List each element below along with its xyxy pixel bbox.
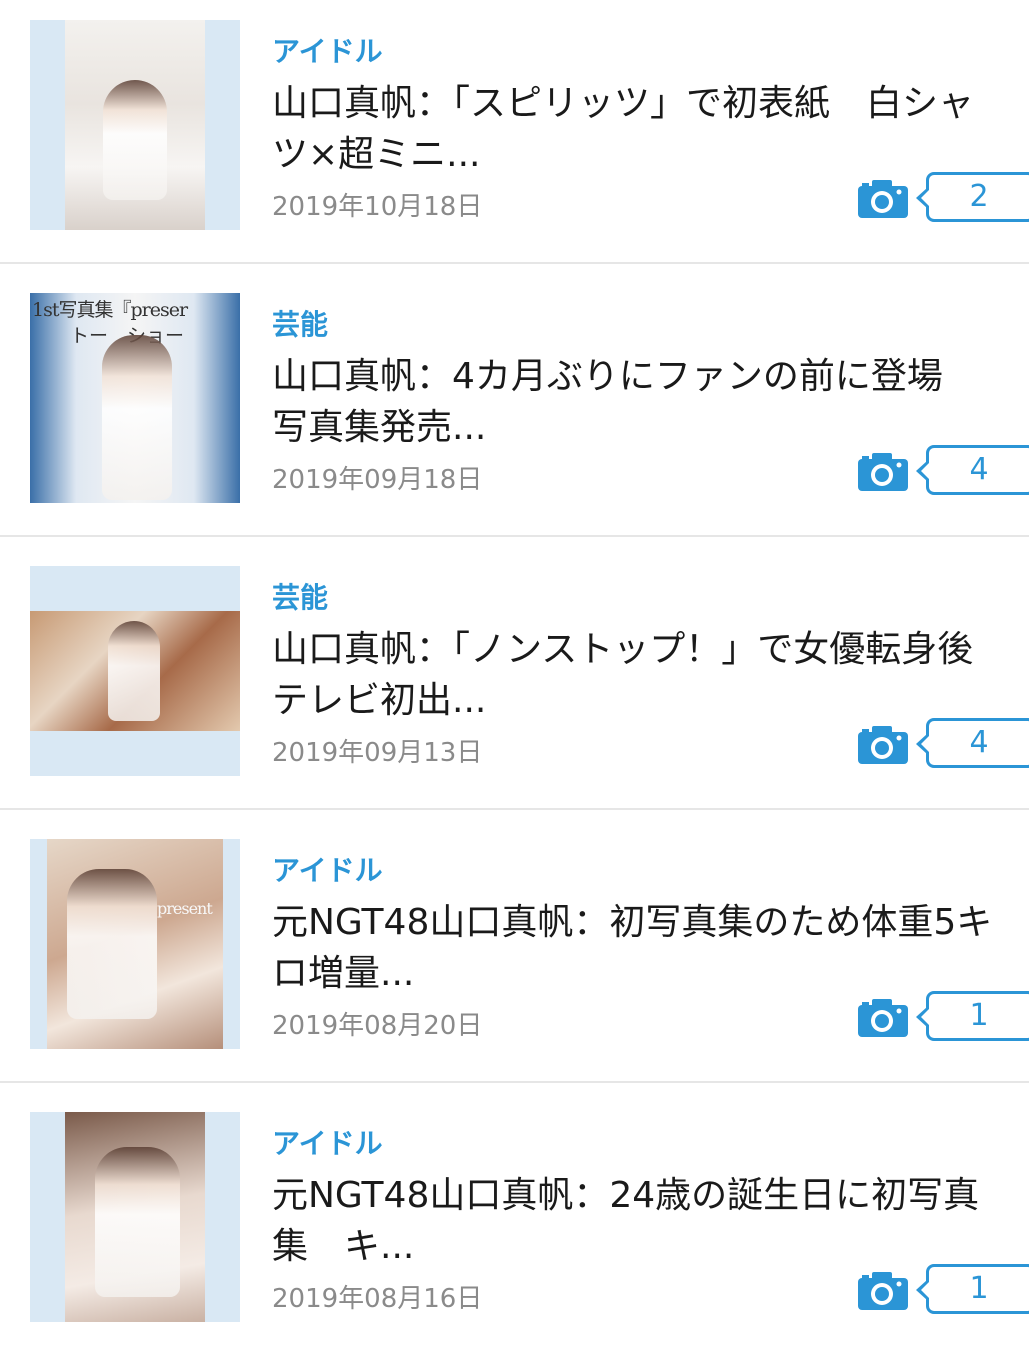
article-title[interactable]: 元NGT48山口真帆：24歳の誕生日に初写真 集 キ... [272,1170,1029,1272]
article-date: 2019年08月20日 [272,1011,483,1041]
photo-count-bubble[interactable]: 4 [916,718,1029,768]
camera-icon[interactable] [858,726,908,764]
article-date: 2019年09月18日 [272,465,483,495]
photo-count-bubble[interactable]: 2 [916,172,1029,222]
photo-count: 1 [969,998,989,1033]
thumbnail-figure [108,621,160,721]
title-line: ツ×超ミニ... [272,134,481,175]
category-label[interactable]: アイドル [272,1122,383,1162]
thumbnail-photo [30,611,240,731]
article-title[interactable]: 山口真帆：「スピリッツ」で初表紙 白シャ ツ×超ミニ... [272,78,1029,180]
camera-icon[interactable] [858,999,908,1037]
article-date: 2019年10月18日 [272,192,483,222]
thumbnail-photo: present [47,839,223,1049]
thumbnail-photo [65,1112,205,1322]
photo-count: 1 [969,1271,989,1306]
list-item[interactable]: アイドル 元NGT48山口真帆：24歳の誕生日に初写真 集 キ... 2019年… [0,1084,1029,1356]
list-item[interactable]: 1st写真集『preser トー ショー 芸能 山口真帆：4カ月ぶりにファンの前… [0,265,1029,537]
title-line: 写真集発売... [272,407,487,448]
camera-icon[interactable] [858,180,908,218]
article-thumbnail[interactable] [30,1112,240,1322]
article-thumbnail[interactable] [30,20,240,230]
article-thumbnail[interactable]: present [30,839,240,1049]
category-label[interactable]: アイドル [272,849,383,889]
thumbnail-caption: present [157,899,213,918]
thumbnail-figure [67,869,157,1019]
article-title[interactable]: 山口真帆：4カ月ぶりにファンの前に登場 写真集発売... [272,351,1029,453]
list-item[interactable]: present アイドル 元NGT48山口真帆：初写真集のため体重5キ ロ増量.… [0,811,1029,1083]
thumbnail-photo [65,20,205,230]
title-line: 山口真帆：「スピリッツ」で初表紙 白シャ [272,83,975,124]
photo-count-bubble[interactable]: 1 [916,1264,1029,1314]
thumbnail-photo: 1st写真集『preser トー ショー [30,293,240,503]
article-title[interactable]: 元NGT48山口真帆：初写真集のため体重5キ ロ増量... [272,897,1029,999]
title-line: 山口真帆：4カ月ぶりにファンの前に登場 [272,356,943,397]
photo-count: 4 [969,452,989,487]
title-line: 元NGT48山口真帆：24歳の誕生日に初写真 [272,1175,980,1216]
article-date: 2019年09月13日 [272,738,483,768]
article-thumbnail[interactable] [30,566,240,776]
title-line: 集 キ... [272,1226,415,1267]
thumbnail-figure [103,80,167,200]
title-line: テレビ初出... [272,680,487,721]
camera-icon[interactable] [858,453,908,491]
title-line: ロ増量... [272,953,415,994]
photo-count: 2 [969,179,989,214]
title-line: 元NGT48山口真帆：初写真集のため体重5キ [272,902,993,943]
category-label[interactable]: 芸能 [272,303,328,343]
thumbnail-caption: 1st写真集『preser [32,299,188,321]
article-thumbnail[interactable]: 1st写真集『preser トー ショー [30,293,240,503]
thumbnail-figure [95,1147,180,1297]
list-item[interactable]: アイドル 山口真帆：「スピリッツ」で初表紙 白シャ ツ×超ミニ... 2019年… [0,0,1029,264]
photo-count-bubble[interactable]: 4 [916,445,1029,495]
photo-count: 4 [969,725,989,760]
camera-icon[interactable] [858,1272,908,1310]
article-list: アイドル 山口真帆：「スピリッツ」で初表紙 白シャ ツ×超ミニ... 2019年… [0,0,1029,1343]
thumbnail-figure [102,335,172,500]
title-line: 山口真帆：「ノンストップ！」で女優転身後 [272,629,974,670]
article-date: 2019年08月16日 [272,1284,483,1314]
category-label[interactable]: 芸能 [272,576,328,616]
list-item[interactable]: 芸能 山口真帆：「ノンストップ！」で女優転身後 テレビ初出... 2019年09… [0,538,1029,810]
article-title[interactable]: 山口真帆：「ノンストップ！」で女優転身後 テレビ初出... [272,624,1029,726]
category-label[interactable]: アイドル [272,30,383,70]
photo-count-bubble[interactable]: 1 [916,991,1029,1041]
